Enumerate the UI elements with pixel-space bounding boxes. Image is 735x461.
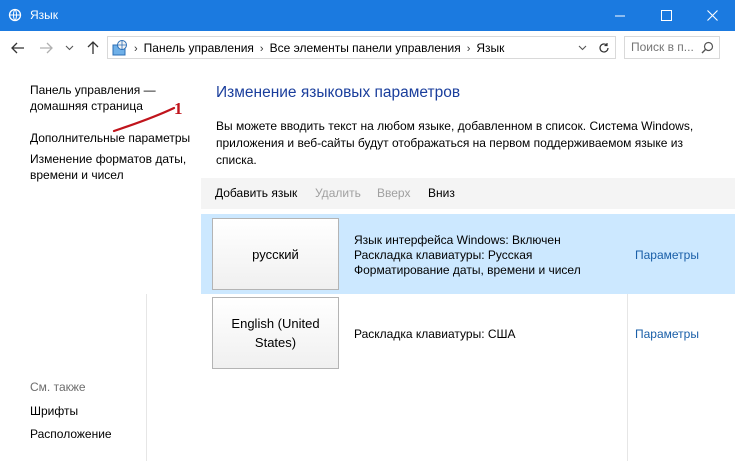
arrow-left-icon <box>11 42 24 54</box>
address-bar: › Панель управления › Все элементы панели у… <box>0 31 735 64</box>
annotation-number: 1 <box>174 99 183 118</box>
sidebar-link-fonts[interactable]: Шрифты <box>30 403 78 419</box>
language-tile-english[interactable]: English (United States) <box>212 297 339 369</box>
recent-locations-button[interactable] <box>60 39 78 57</box>
arrow-up-icon <box>87 41 99 54</box>
language-app-icon <box>8 8 22 22</box>
control-panel-icon <box>112 40 127 56</box>
see-also-heading: См. также <box>30 380 86 394</box>
maximize-button[interactable] <box>643 0 689 31</box>
options-link-russian[interactable]: Параметры <box>635 248 699 262</box>
minimize-button[interactable] <box>597 0 643 31</box>
breadcrumb-separator: › <box>134 43 138 55</box>
sidebar <box>0 64 200 461</box>
move-up-button[interactable]: Вверх <box>377 186 410 200</box>
maximize-icon <box>660 10 672 21</box>
language-info-russian: Язык интерфейса Windows: Включен Расклад… <box>354 233 581 278</box>
search-input[interactable] <box>631 40 699 54</box>
info-line: Форматирование даты, времени и чисел <box>354 263 581 277</box>
breadcrumb-separator[interactable]: › <box>467 43 471 55</box>
info-line: Раскладка клавиатуры: США <box>354 327 516 341</box>
address-field[interactable]: › Панель управления › Все элементы панели у… <box>107 36 616 59</box>
language-info-english: Раскладка клавиатуры: США <box>354 327 516 342</box>
close-icon <box>706 10 718 21</box>
arrow-right-icon <box>40 42 53 54</box>
breadcrumb-language[interactable]: Язык <box>476 41 504 55</box>
search-icon <box>701 41 714 54</box>
address-dropdown-button[interactable] <box>574 41 590 55</box>
add-language-button[interactable]: Добавить язык <box>215 186 297 200</box>
close-button[interactable] <box>689 0 735 31</box>
sidebar-link-home[interactable]: Панель управления — домашняя страница <box>30 82 190 114</box>
options-link-english[interactable]: Параметры <box>635 327 699 341</box>
chevron-down-icon <box>578 45 586 51</box>
window-title: Язык <box>30 8 59 22</box>
title-bar: Язык <box>0 0 735 31</box>
language-toolbar: Добавить язык Удалить Вверх Вниз <box>201 178 735 209</box>
sidebar-link-advanced-settings[interactable]: Дополнительные параметры <box>30 130 200 146</box>
column-divider <box>627 294 628 461</box>
move-down-button[interactable]: Вниз <box>428 186 455 200</box>
sidebar-link-location[interactable]: Расположение <box>30 426 112 442</box>
page-title: Изменение языковых параметров <box>216 84 461 101</box>
breadcrumb: › Панель управления › Все элементы панели у… <box>134 41 504 55</box>
column-divider <box>146 294 147 461</box>
minimize-icon <box>614 15 625 17</box>
page-description: Вы можете вводить текст на любом языке, … <box>216 119 694 167</box>
refresh-button[interactable] <box>596 41 612 55</box>
info-line: Раскладка клавиатуры: Русская <box>354 248 533 262</box>
chevron-down-icon <box>65 45 73 51</box>
info-line: Язык интерфейса Windows: Включен <box>354 233 561 247</box>
up-button[interactable] <box>84 39 102 57</box>
remove-button[interactable]: Удалить <box>315 186 361 200</box>
breadcrumb-control-panel[interactable]: Панель управления <box>144 41 254 55</box>
refresh-icon <box>599 43 609 53</box>
language-tile-russian[interactable]: русский <box>212 218 339 290</box>
back-button[interactable] <box>9 39 27 57</box>
search-box[interactable] <box>624 36 720 59</box>
breadcrumb-separator[interactable]: › <box>260 43 264 55</box>
breadcrumb-all-items[interactable]: Все элементы панели управления <box>270 41 461 55</box>
sidebar-link-date-time-formats[interactable]: Изменение форматов даты, времени и чисел <box>30 151 195 183</box>
forward-button[interactable] <box>37 39 55 57</box>
